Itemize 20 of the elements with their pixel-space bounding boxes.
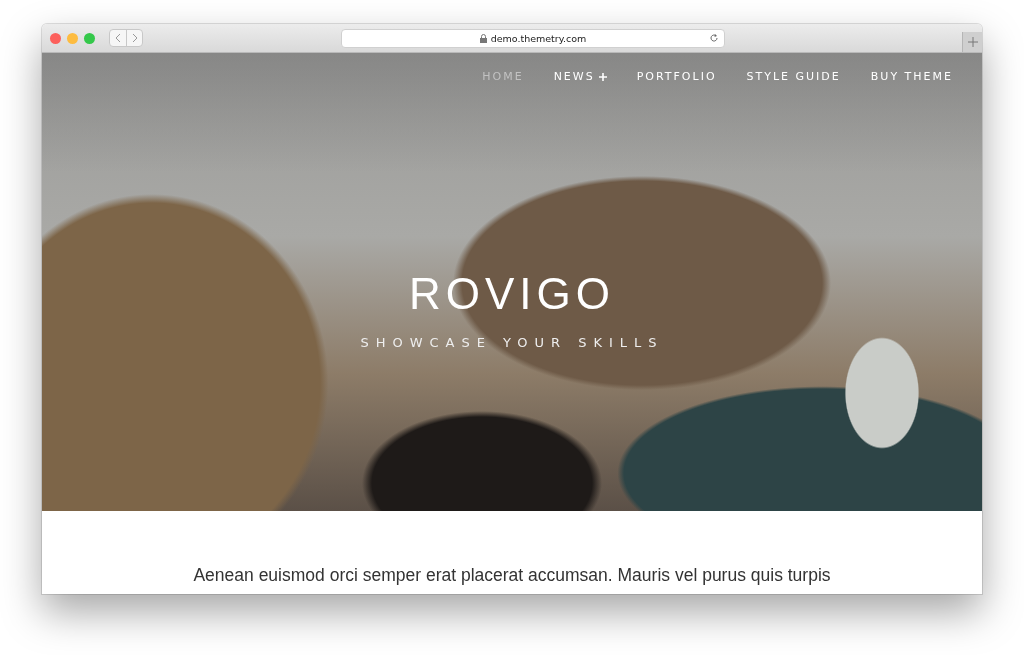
nav-link[interactable]: NEWS bbox=[538, 70, 622, 83]
nav-link[interactable]: STYLE GUIDE bbox=[731, 70, 856, 83]
site-title: ROVIGO bbox=[409, 269, 615, 319]
url-text: demo.themetry.com bbox=[490, 32, 587, 44]
site-tagline: SHOWCASE YOUR SKILLS bbox=[360, 335, 664, 350]
chevron-right-icon bbox=[131, 33, 138, 43]
plus-icon bbox=[967, 37, 978, 47]
plus-icon[interactable] bbox=[598, 72, 607, 81]
address-field[interactable]: demo.themetry.com bbox=[341, 28, 725, 48]
chevron-left-icon bbox=[115, 33, 121, 43]
new-tab-button[interactable] bbox=[962, 32, 982, 52]
maximize-button[interactable] bbox=[84, 32, 95, 44]
nav-link[interactable]: BUY THEME bbox=[855, 70, 968, 83]
minimize-button[interactable] bbox=[67, 32, 78, 44]
nav-link[interactable]: HOME bbox=[467, 70, 539, 83]
lock-icon bbox=[479, 33, 487, 43]
intro-paragraph: Aenean euismod orci semper erat placerat accumsan. Mauris vel purus quis turpis bbox=[193, 565, 831, 587]
close-button[interactable] bbox=[50, 32, 61, 44]
reload-icon[interactable] bbox=[709, 32, 719, 43]
nav-link[interactable]: PORTFOLIO bbox=[621, 70, 732, 83]
